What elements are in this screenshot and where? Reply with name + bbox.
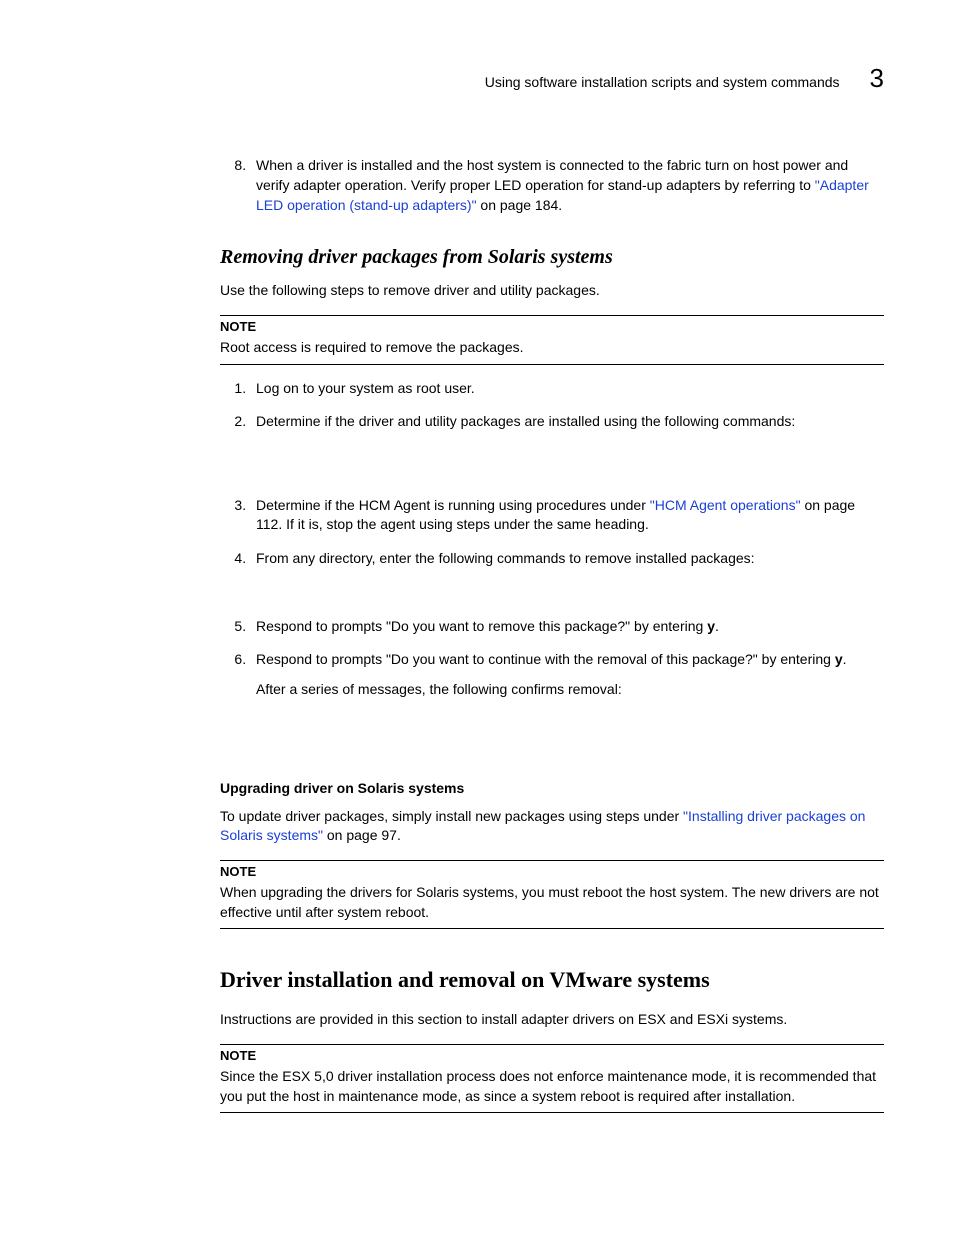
heading-removing-solaris: Removing driver packages from Solaris sy… — [220, 243, 884, 271]
step-2-text: Determine if the driver and utility pack… — [256, 413, 795, 429]
step-5: Respond to prompts "Do you want to remov… — [250, 617, 884, 637]
step6-sub: After a series of messages, the followin… — [256, 680, 884, 700]
note-vmware-maintenance: NOTE Since the ESX 5,0 driver installati… — [220, 1044, 884, 1113]
step-1: Log on to your system as root user. — [250, 379, 884, 399]
step-list-continue: When a driver is installed and the host … — [220, 156, 884, 215]
step5-post: . — [715, 618, 719, 634]
removing-intro: Use the following steps to remove driver… — [220, 281, 884, 301]
note-label-upgrade: NOTE — [220, 863, 884, 881]
code-placeholder-3 — [256, 699, 884, 749]
code-placeholder-2 — [256, 569, 884, 603]
upgrading-post: on page 97. — [323, 827, 401, 843]
page: Using software installation scripts and … — [0, 0, 954, 1235]
note-text-upgrade: When upgrading the drivers for Solaris s… — [220, 883, 884, 922]
running-header: Using software installation scripts and … — [70, 60, 884, 96]
heading-upgrading-solaris: Upgrading driver on Solaris systems — [220, 779, 884, 799]
step8-pre: When a driver is installed and the host … — [256, 157, 848, 193]
step6-bold: y — [835, 651, 843, 667]
note-label-vmware: NOTE — [220, 1047, 884, 1065]
upgrading-pre: To update driver packages, simply instal… — [220, 808, 683, 824]
step5-pre: Respond to prompts "Do you want to remov… — [256, 618, 707, 634]
step8-post: on page 184. — [477, 197, 563, 213]
step-8: When a driver is installed and the host … — [250, 156, 884, 215]
header-section-name: Using software installation scripts and … — [485, 73, 840, 93]
step3-pre: Determine if the HCM Agent is running us… — [256, 497, 650, 513]
vmware-intro: Instructions are provided in this sectio… — [220, 1010, 884, 1030]
note-text-vmware: Since the ESX 5,0 driver installation pr… — [220, 1067, 884, 1106]
heading-vmware: Driver installation and removal on VMwar… — [220, 965, 884, 996]
step6-pre: Respond to prompts "Do you want to conti… — [256, 651, 835, 667]
note-root-access: NOTE Root access is required to remove t… — [220, 315, 884, 365]
upgrading-text: To update driver packages, simply instal… — [220, 807, 884, 846]
link-hcm-agent[interactable]: "HCM Agent operations" — [650, 497, 801, 513]
step-4: From any directory, enter the following … — [250, 549, 884, 603]
note-text-root: Root access is required to remove the pa… — [220, 338, 884, 358]
step-4-text: From any directory, enter the following … — [256, 550, 755, 566]
step6-post: . — [843, 651, 847, 667]
step5-bold: y — [707, 618, 715, 634]
step-2: Determine if the driver and utility pack… — [250, 412, 884, 482]
chapter-number: 3 — [870, 60, 884, 96]
code-placeholder-1 — [256, 432, 884, 482]
note-label: NOTE — [220, 318, 884, 336]
content-column: When a driver is installed and the host … — [220, 156, 884, 1113]
removing-steps: Log on to your system as root user. Dete… — [220, 379, 884, 750]
note-upgrade-reboot: NOTE When upgrading the drivers for Sola… — [220, 860, 884, 929]
step-3: Determine if the HCM Agent is running us… — [250, 496, 884, 535]
step-6: Respond to prompts "Do you want to conti… — [250, 650, 884, 749]
